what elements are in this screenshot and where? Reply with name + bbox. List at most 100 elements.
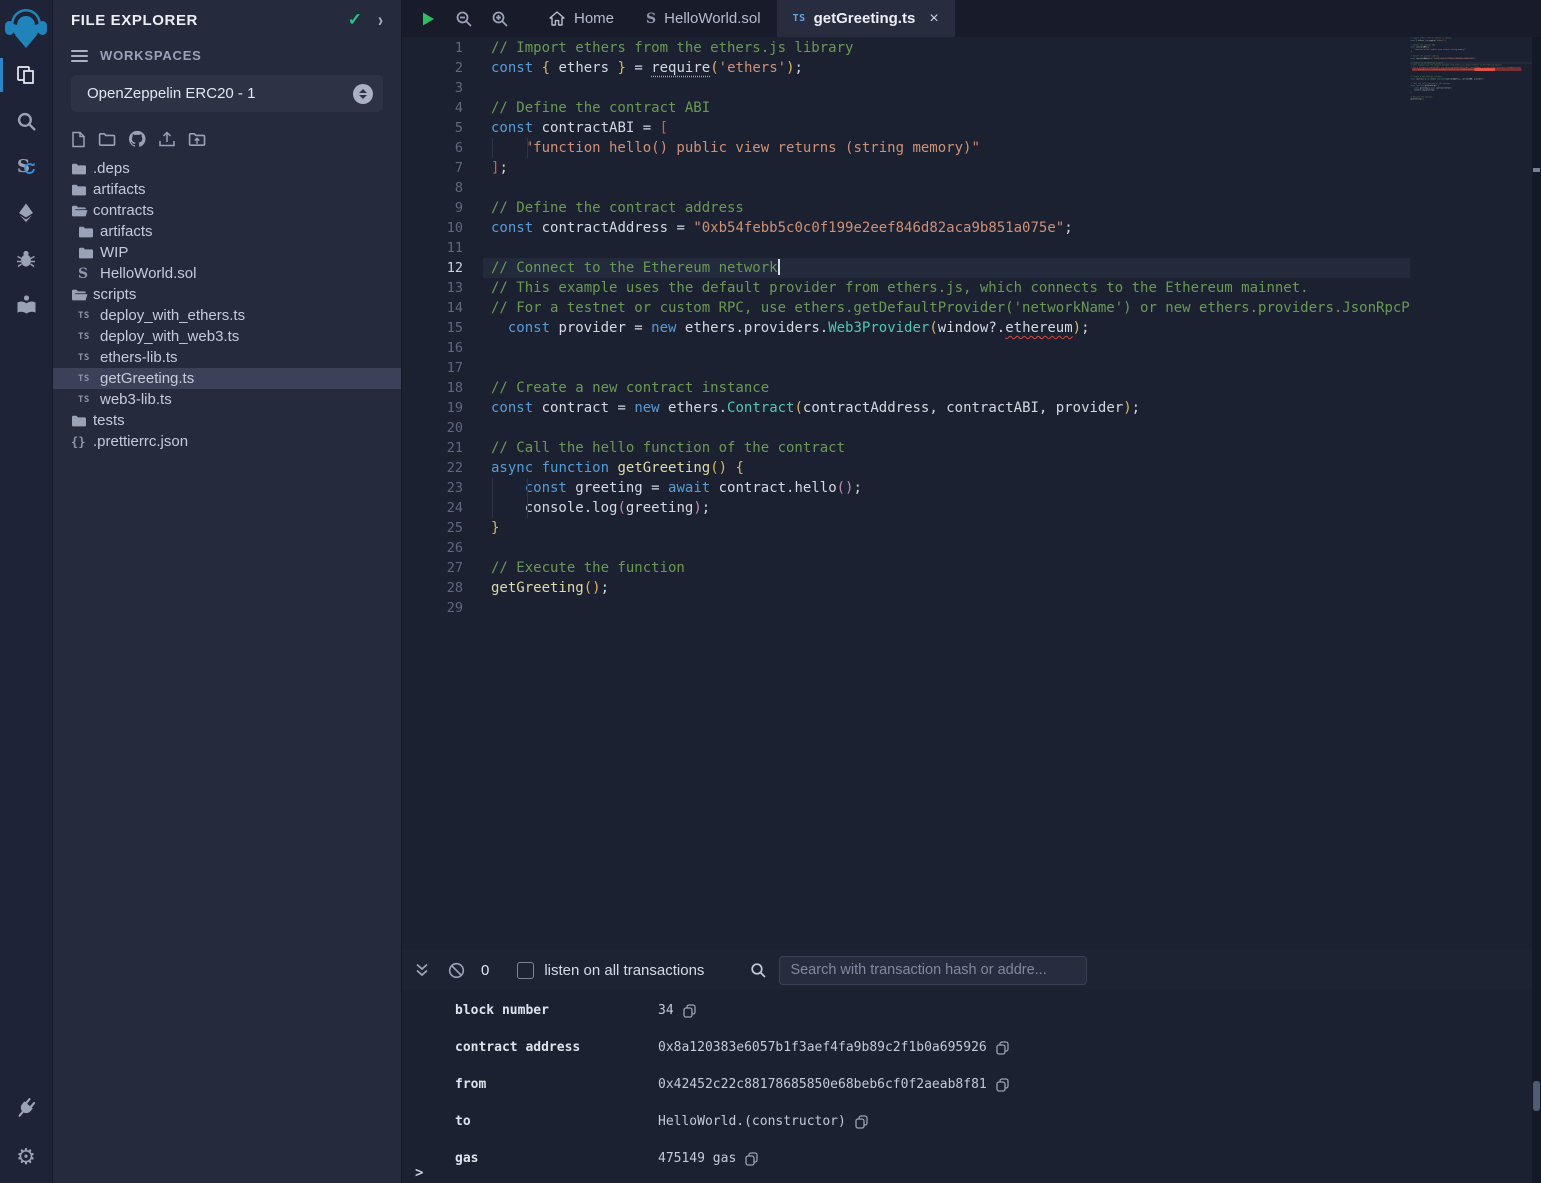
zoom-out-icon[interactable]: [446, 0, 482, 37]
line-number[interactable]: 20: [402, 418, 463, 438]
line-number[interactable]: 16: [402, 338, 463, 358]
code-line-2[interactable]: 2const { ethers } = require('ethers');: [402, 58, 1410, 78]
copy-icon[interactable]: [683, 1004, 696, 1018]
check-icon[interactable]: ✓: [348, 10, 362, 30]
line-number[interactable]: 29: [402, 598, 463, 618]
search-icon[interactable]: [0, 98, 53, 144]
file-item-getGreeting.ts[interactable]: TSgetGreeting.ts: [53, 368, 401, 389]
line-number[interactable]: 27: [402, 558, 463, 578]
file-item-deploy_with_ethers.ts[interactable]: TSdeploy_with_ethers.ts: [53, 305, 401, 326]
line-number[interactable]: 2: [402, 58, 463, 78]
copy-icon[interactable]: [855, 1115, 868, 1129]
tab-HelloWorld.sol[interactable]: SHelloWorld.sol: [630, 0, 777, 37]
line-number[interactable]: 12: [402, 258, 463, 278]
upload-folder-icon[interactable]: [188, 132, 206, 147]
code-line-5[interactable]: 5const contractABI = [: [402, 118, 1410, 138]
workspaces-menu-icon[interactable]: [71, 50, 88, 62]
code-line-9[interactable]: 9// Define the contract address: [402, 198, 1410, 218]
file-explorer-icon[interactable]: [0, 52, 53, 98]
line-number[interactable]: 18: [402, 378, 463, 398]
new-file-icon[interactable]: [71, 131, 86, 148]
line-number[interactable]: 28: [402, 578, 463, 598]
github-icon[interactable]: [128, 130, 146, 148]
upload-file-icon[interactable]: [158, 131, 176, 148]
file-item-.prettierrc.json[interactable]: {}.prettierrc.json: [53, 431, 401, 452]
code-line-3[interactable]: 3: [402, 78, 1410, 98]
listen-transactions-checkbox[interactable]: [517, 962, 534, 979]
solidity-compiler-icon[interactable]: S: [0, 144, 53, 190]
line-number[interactable]: 25: [402, 518, 463, 538]
line-number[interactable]: 26: [402, 538, 463, 558]
code-line-23[interactable]: 23 const greeting = await contract.hello…: [402, 478, 1410, 498]
code-line-29[interactable]: 29: [402, 598, 1410, 618]
line-number[interactable]: 1: [402, 38, 463, 58]
line-number[interactable]: 5: [402, 118, 463, 138]
code-line-6[interactable]: 6 "function hello() public view returns …: [402, 138, 1410, 158]
code-line-14[interactable]: 14// For a testnet or custom RPC, use et…: [402, 298, 1410, 318]
code-line-25[interactable]: 25}: [402, 518, 1410, 538]
tab-Home[interactable]: Home: [532, 0, 630, 37]
file-item-.deps[interactable]: .deps: [53, 158, 401, 179]
code-line-26[interactable]: 26: [402, 538, 1410, 558]
line-number[interactable]: 19: [402, 398, 463, 418]
code-line-22[interactable]: 22async function getGreeting() {: [402, 458, 1410, 478]
terminal-row-block-number[interactable]: block number34: [402, 992, 1541, 1029]
code-line-8[interactable]: 8: [402, 178, 1410, 198]
terminal-row-contract-address[interactable]: contract address0x8a120383e6057b1f3aef4f…: [402, 1029, 1541, 1066]
chevron-right-icon[interactable]: ›: [378, 9, 383, 31]
tab-getGreeting.ts[interactable]: TSgetGreeting.ts×: [777, 0, 955, 37]
file-item-deploy_with_web3.ts[interactable]: TSdeploy_with_web3.ts: [53, 326, 401, 347]
line-number[interactable]: 9: [402, 198, 463, 218]
code-line-7[interactable]: 7];: [402, 158, 1410, 178]
code-line-4[interactable]: 4// Define the contract ABI: [402, 98, 1410, 118]
file-item-artifacts[interactable]: artifacts: [53, 221, 401, 242]
code-line-1[interactable]: 1// Import ethers from the ethers.js lib…: [402, 38, 1410, 58]
file-item-web3-lib.ts[interactable]: TSweb3-lib.ts: [53, 389, 401, 410]
code-line-15[interactable]: 15 const provider = new ethers.providers…: [402, 318, 1410, 338]
line-number[interactable]: 10: [402, 218, 463, 238]
code-line-20[interactable]: 20: [402, 418, 1410, 438]
file-item-ethers-lib.ts[interactable]: TSethers-lib.ts: [53, 347, 401, 368]
terminal-row-to[interactable]: toHelloWorld.(constructor): [402, 1103, 1541, 1140]
clear-console-icon[interactable]: [448, 962, 465, 979]
remix-logo-icon[interactable]: [2, 4, 50, 52]
line-number[interactable]: 7: [402, 158, 463, 178]
line-number[interactable]: 14: [402, 298, 463, 318]
terminal-search-input[interactable]: [779, 956, 1087, 985]
line-number[interactable]: 23: [402, 478, 463, 498]
file-item-scripts[interactable]: scripts: [53, 284, 401, 305]
code-line-29[interactable]: [1410, 100, 1532, 102]
deploy-run-icon[interactable]: [0, 190, 53, 236]
code-line-18[interactable]: 18// Create a new contract instance: [402, 378, 1410, 398]
code-line-12[interactable]: 12// Connect to the Ethereum network: [402, 258, 1410, 278]
learneth-book-icon[interactable]: [0, 282, 53, 328]
new-folder-icon[interactable]: [98, 132, 116, 147]
line-number[interactable]: 21: [402, 438, 463, 458]
minimap[interactable]: // Import ethers from the ethers.js libr…: [1410, 37, 1532, 950]
code-line-21[interactable]: 21// Call the hello function of the cont…: [402, 438, 1410, 458]
code-editor[interactable]: 1 // Import ethers from the ethers.js lib…: [402, 37, 1541, 950]
copy-icon[interactable]: [745, 1152, 758, 1166]
terminal-row-gas[interactable]: gas475149 gas: [402, 1140, 1541, 1177]
line-number[interactable]: 3: [402, 78, 463, 98]
close-tab-icon[interactable]: ×: [929, 10, 938, 28]
line-number[interactable]: 8: [402, 178, 463, 198]
file-item-HelloWorld.sol[interactable]: SHelloWorld.sol: [53, 263, 401, 284]
terminal-prompt[interactable]: >: [415, 1165, 423, 1181]
file-item-WIP[interactable]: WIP: [53, 242, 401, 263]
workspace-select[interactable]: OpenZeppelin ERC20 - 1: [71, 75, 383, 112]
code-line-27[interactable]: 27// Execute the function: [402, 558, 1410, 578]
run-script-button[interactable]: [410, 0, 446, 37]
copy-icon[interactable]: [996, 1041, 1009, 1055]
line-number[interactable]: 4: [402, 98, 463, 118]
scrollbar-track[interactable]: [1532, 37, 1541, 1183]
debugger-icon[interactable]: [0, 236, 53, 282]
code-line-10[interactable]: 10const contractAddress = "0xb54febb5c0c…: [402, 218, 1410, 238]
code-line-13[interactable]: 13// This example uses the default provi…: [402, 278, 1410, 298]
code-line-19[interactable]: 19const contract = new ethers.Contract(c…: [402, 398, 1410, 418]
file-item-artifacts[interactable]: artifacts: [53, 179, 401, 200]
code-line-11[interactable]: 11: [402, 238, 1410, 258]
line-number[interactable]: 22: [402, 458, 463, 478]
plugin-manager-icon[interactable]: [0, 1085, 53, 1131]
line-number[interactable]: 6: [402, 138, 463, 158]
